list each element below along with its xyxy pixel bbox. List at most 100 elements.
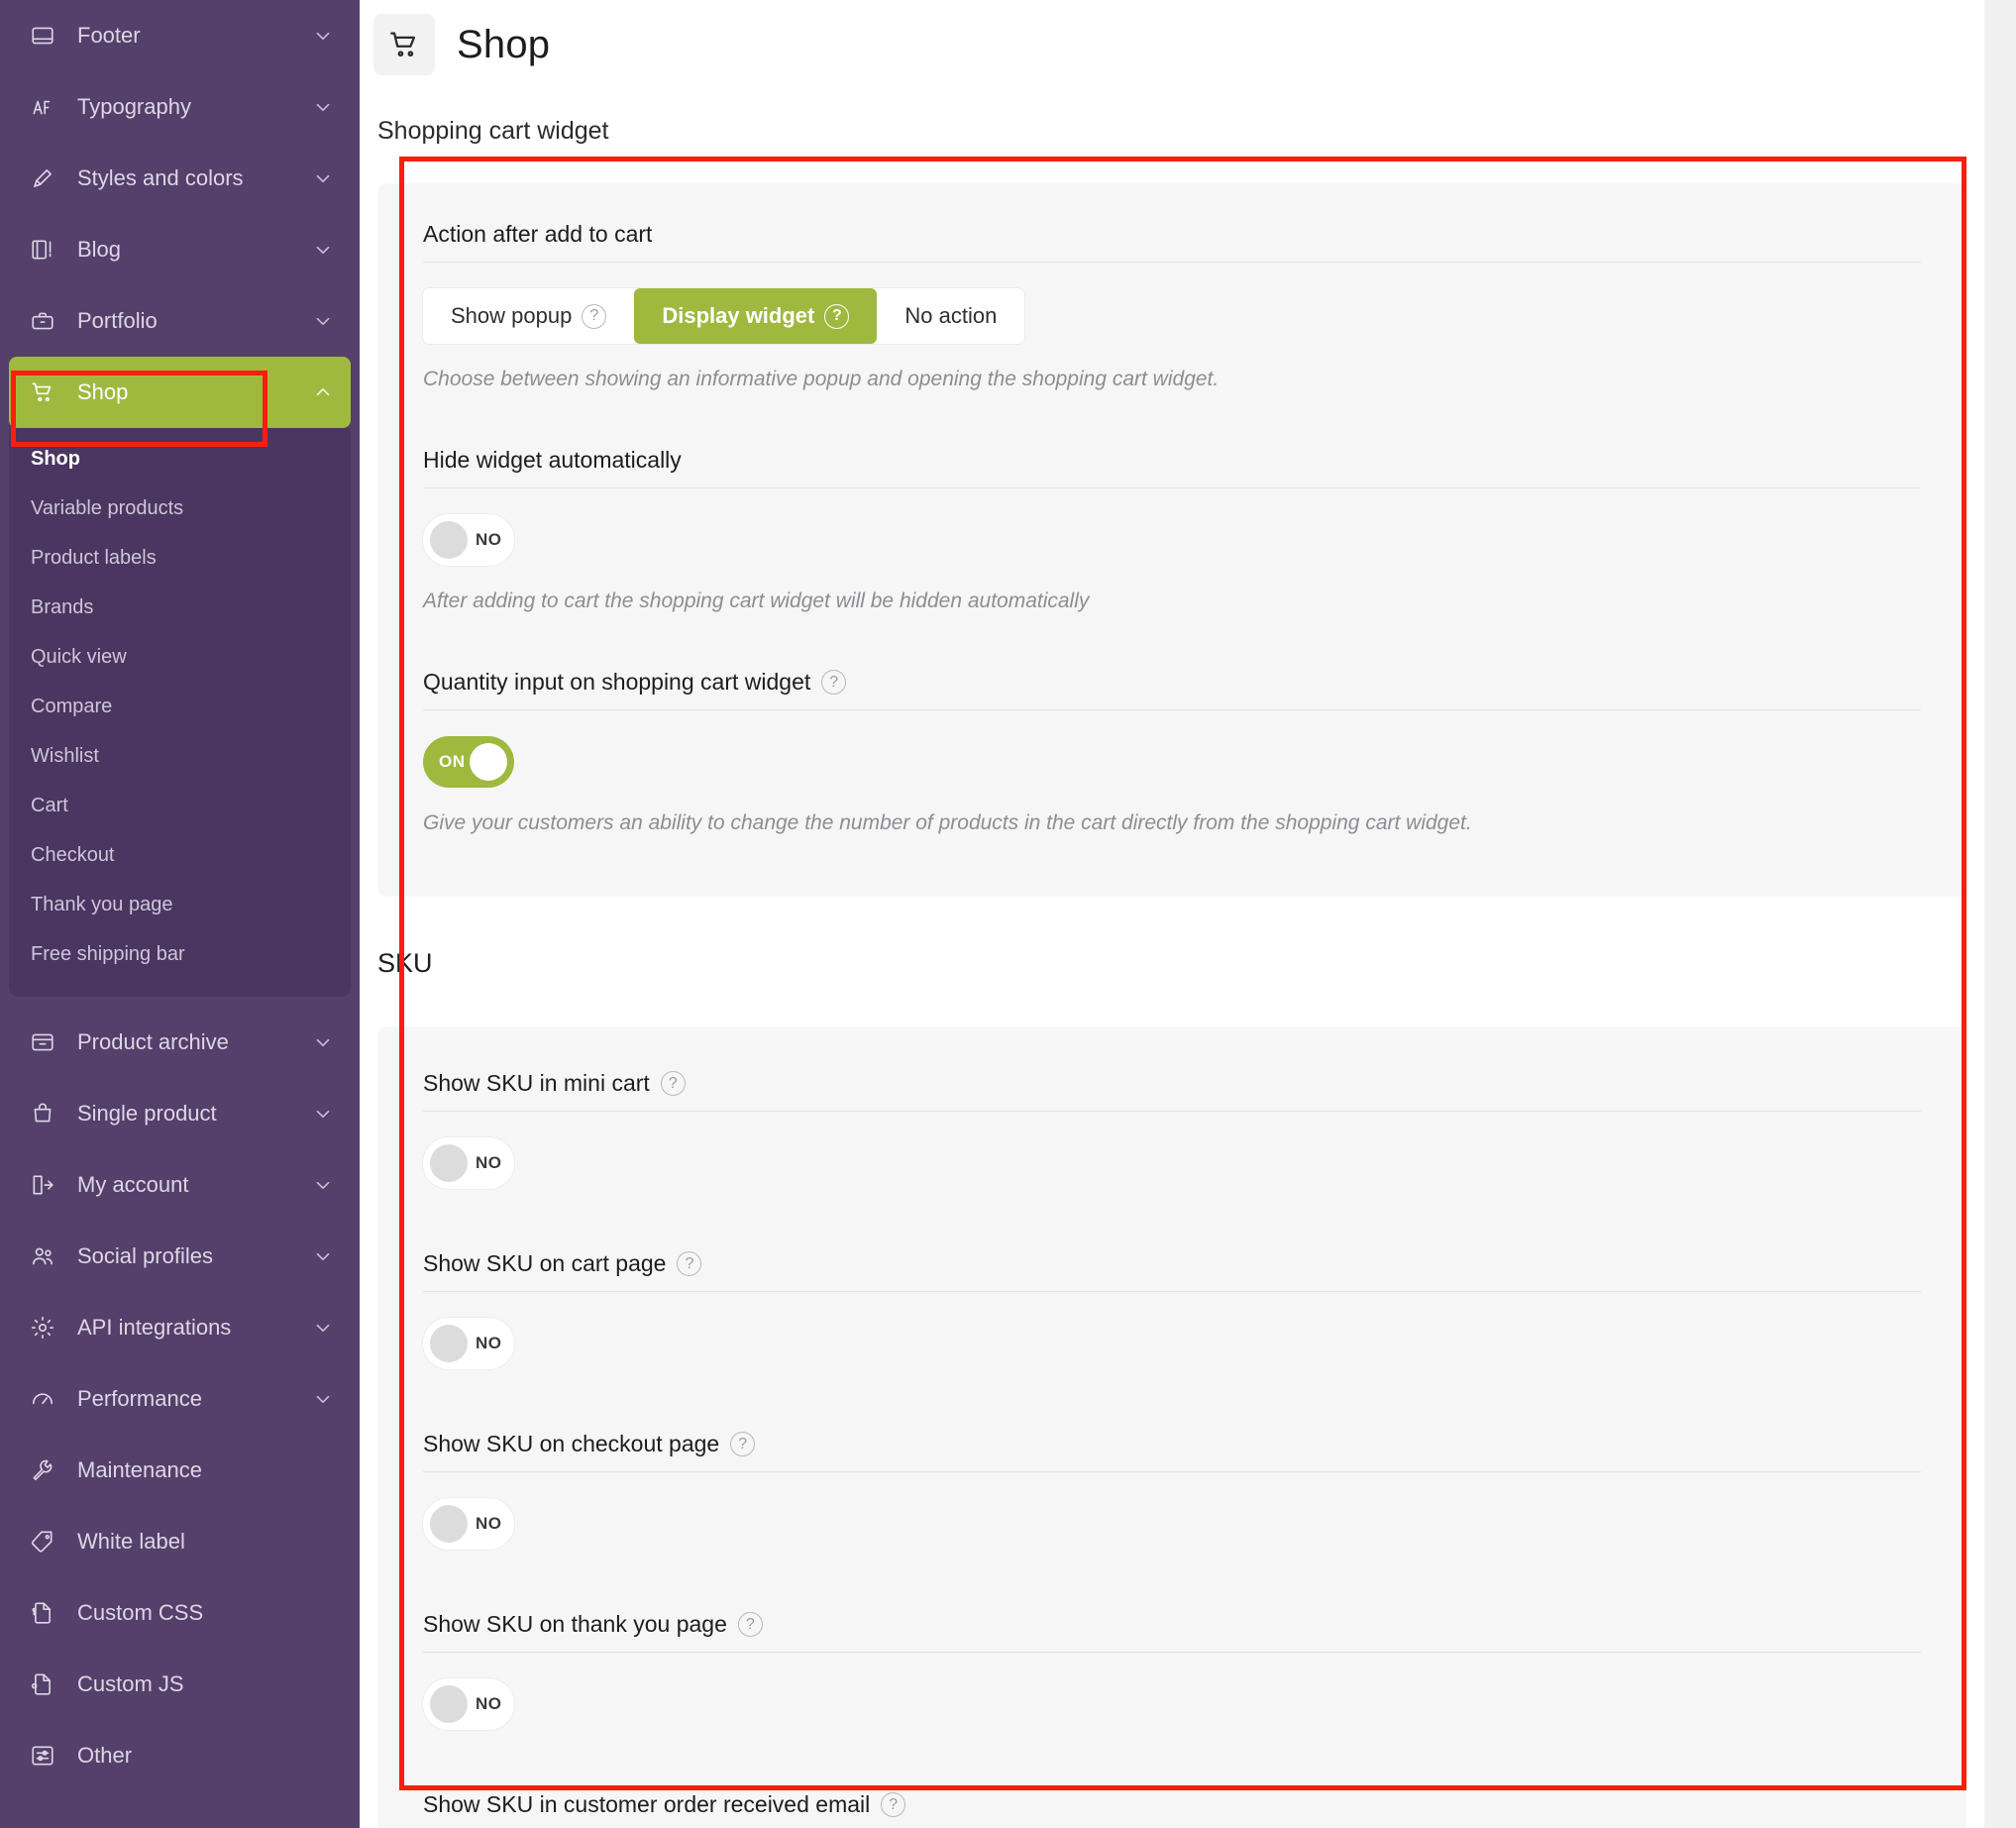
chevron-down-icon[interactable] [312,239,334,261]
chevron-down-icon[interactable] [312,96,334,118]
toggle-knob [430,521,468,559]
sidebar-item-footer[interactable]: Footer [0,0,360,71]
js-file-icon [28,1669,57,1699]
page-subheading: Shopping cart widget [377,117,609,145]
sidebar-item-label: Product archive [77,1029,229,1054]
sidebar-item-single-product[interactable]: Single product [0,1078,360,1149]
submenu-item-thank-you-page[interactable]: Thank you page [9,880,351,929]
sidebar-item-typography[interactable]: Typography [0,71,360,143]
help-icon[interactable]: ? [737,1612,763,1637]
divider [423,1652,1921,1653]
toggle-show-sku-on-thank-you-page[interactable]: NO [423,1678,514,1730]
sidebar-item-social-profiles[interactable]: Social profiles [0,1221,360,1292]
field-hint: After adding to cart the shopping cart w… [423,590,1090,612]
chevron-down-icon[interactable] [312,167,334,189]
help-icon[interactable]: ? [730,1432,756,1456]
help-icon[interactable]: ? [677,1251,702,1276]
sidebar-item-performance[interactable]: Performance [0,1363,360,1435]
field-show-sku-on-cart-page: Show SKU on cart page? NO [423,1189,1921,1369]
toggle-show-sku-on-checkout-page[interactable]: NO [423,1498,514,1550]
submenu-item-variable-products[interactable]: Variable products [9,484,351,533]
option-display-widget[interactable]: Display widget ? [634,288,878,344]
submenu-item-wishlist[interactable]: Wishlist [9,731,351,781]
toggle-hide-widget-automatically[interactable]: NO [423,514,514,566]
sidebar-item-api-integrations[interactable]: API integrations [0,1292,360,1363]
chevron-down-icon[interactable] [312,25,334,47]
toggle-state-label: NO [476,1514,502,1533]
toggle-knob [430,1505,468,1543]
wrench-icon [28,1455,57,1485]
option-label: No action [904,303,998,328]
blog-icon [28,235,57,265]
field-hint: Give your customers an ability to change… [423,811,1472,834]
submenu-item-shop[interactable]: Shop [9,434,351,484]
toggle-knob [430,1685,468,1723]
sidebar-item-label: Footer [77,23,141,48]
app-root: Footer Typography Styles and colors Blog Por… [0,0,2016,1828]
chevron-down-icon[interactable] [312,310,334,332]
field-label-text: Show SKU on checkout page [423,1431,720,1456]
sidebar-item-label: Custom CSS [77,1600,204,1625]
sidebar-item-shop[interactable]: Shop [9,357,351,428]
sidebar-item-label: Blog [77,237,122,262]
toggle-quantity-input[interactable]: ON [423,736,514,788]
sidebar-item-blog[interactable]: Blog [0,214,360,285]
chevron-down-icon[interactable] [312,1103,334,1125]
submenu-item-compare[interactable]: Compare [9,682,351,731]
sidebar-nav: Footer Typography Styles and colors Blog Por… [0,0,360,1828]
submenu-item-checkout[interactable]: Checkout [9,830,351,880]
submenu-item-brands[interactable]: Brands [9,583,351,632]
field-label-text: Action after add to cart [423,221,653,247]
sidebar-item-custom-js[interactable]: Custom JS [0,1649,360,1720]
field-show-sku-in-customer-order-received-email: Show SKU in customer order received emai… [423,1730,1921,1828]
field-show-sku-on-checkout-page: Show SKU on checkout page? NO [423,1369,1921,1550]
chevron-up-icon[interactable] [312,381,334,403]
help-icon[interactable]: ? [824,303,850,329]
submenu-item-free-shipping-bar[interactable]: Free shipping bar [9,929,351,979]
help-icon[interactable]: ? [660,1071,686,1096]
sidebar-item-portfolio[interactable]: Portfolio [0,285,360,357]
toggle-show-sku-in-mini-cart[interactable]: NO [423,1137,514,1189]
field-hide-widget-automatically: Hide widget automatically NO After addin… [423,391,1921,613]
chevron-down-icon[interactable] [312,1245,334,1267]
field-label: Show SKU in mini cart? [423,1070,1921,1111]
sidebar-item-my-account[interactable]: My account [0,1149,360,1221]
chevron-down-icon[interactable] [312,1388,334,1410]
cart-icon [28,377,57,407]
help-icon[interactable]: ? [881,1792,906,1817]
sidebar-item-custom-css[interactable]: Custom CSS [0,1577,360,1649]
sidebar-item-styles-and-colors[interactable]: Styles and colors [0,143,360,214]
field-quantity-input: Quantity input on shopping cart widget ?… [423,613,1921,897]
sidebar-item-label: API integrations [77,1315,232,1340]
sidebar-item-other[interactable]: Other [0,1720,360,1791]
sidebar-item-white-label[interactable]: White label [0,1506,360,1577]
toggle-state-label: NO [476,530,502,549]
sidebar-item-maintenance[interactable]: Maintenance [0,1435,360,1506]
tag-icon [28,1527,57,1557]
bag-icon [28,1099,57,1129]
chevron-down-icon[interactable] [312,1317,334,1339]
submenu-item-quick-view[interactable]: Quick view [9,632,351,682]
help-icon[interactable]: ? [582,303,607,329]
main-area: Shop Shopping cart widget Action after a… [360,0,2016,1828]
submenu-item-cart[interactable]: Cart [9,781,351,830]
shopping-cart-widget-panel: Action after add to cart Show popup ? Di… [377,183,1966,897]
field-label-text: Show SKU in customer order received emai… [423,1791,871,1817]
help-icon[interactable]: ? [821,670,847,695]
option-no-action[interactable]: No action [877,288,1024,344]
chevron-down-icon[interactable] [312,1174,334,1196]
gauge-icon [28,1384,57,1414]
divider [423,1111,1921,1112]
field-label-text: Show SKU on cart page [423,1250,667,1276]
toggle-show-sku-on-cart-page[interactable]: NO [423,1318,514,1369]
option-show-popup[interactable]: Show popup ? [423,288,634,344]
submenu-item-product-labels[interactable]: Product labels [9,533,351,583]
chevron-down-icon[interactable] [312,1031,334,1053]
sidebar-item-product-archive[interactable]: Product archive [0,1007,360,1078]
divider [423,709,1921,710]
page-header: Shop [360,0,1984,75]
page-scrollbar[interactable] [1984,0,2016,1828]
option-label: Display widget [662,303,815,328]
action-after-add-to-cart-segmented-control[interactable]: Show popup ? Display widget ? No action [423,288,1025,344]
field-show-sku-on-thank-you-page: Show SKU on thank you page? NO [423,1550,1921,1730]
